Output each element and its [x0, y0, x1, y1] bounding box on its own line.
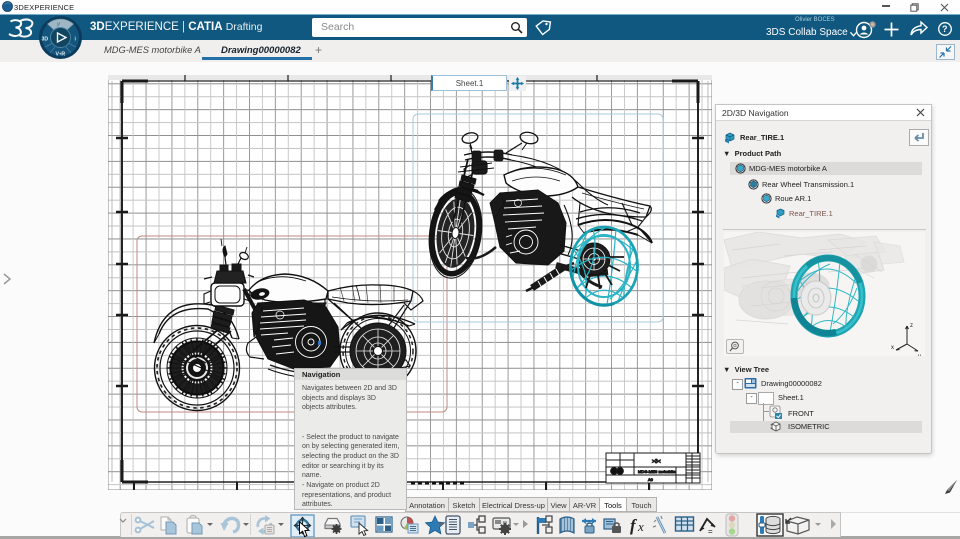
svg-text:y: y: [918, 354, 921, 356]
svg-text:3D: 3D: [42, 37, 49, 43]
svg-text:MDG-MES motorbike: MDG-MES motorbike: [638, 469, 677, 474]
svg-text:?: ?: [942, 24, 948, 34]
svg-text:x: x: [637, 519, 644, 534]
svg-text:x: x: [891, 345, 894, 351]
svg-text:z: z: [910, 323, 913, 329]
svg-text:>3<: >3<: [652, 459, 661, 465]
svg-text:V+R: V+R: [56, 52, 66, 58]
svg-text:f: f: [630, 516, 638, 535]
svg-text:=: =: [708, 527, 713, 536]
svg-text:A0: A0: [648, 477, 654, 482]
